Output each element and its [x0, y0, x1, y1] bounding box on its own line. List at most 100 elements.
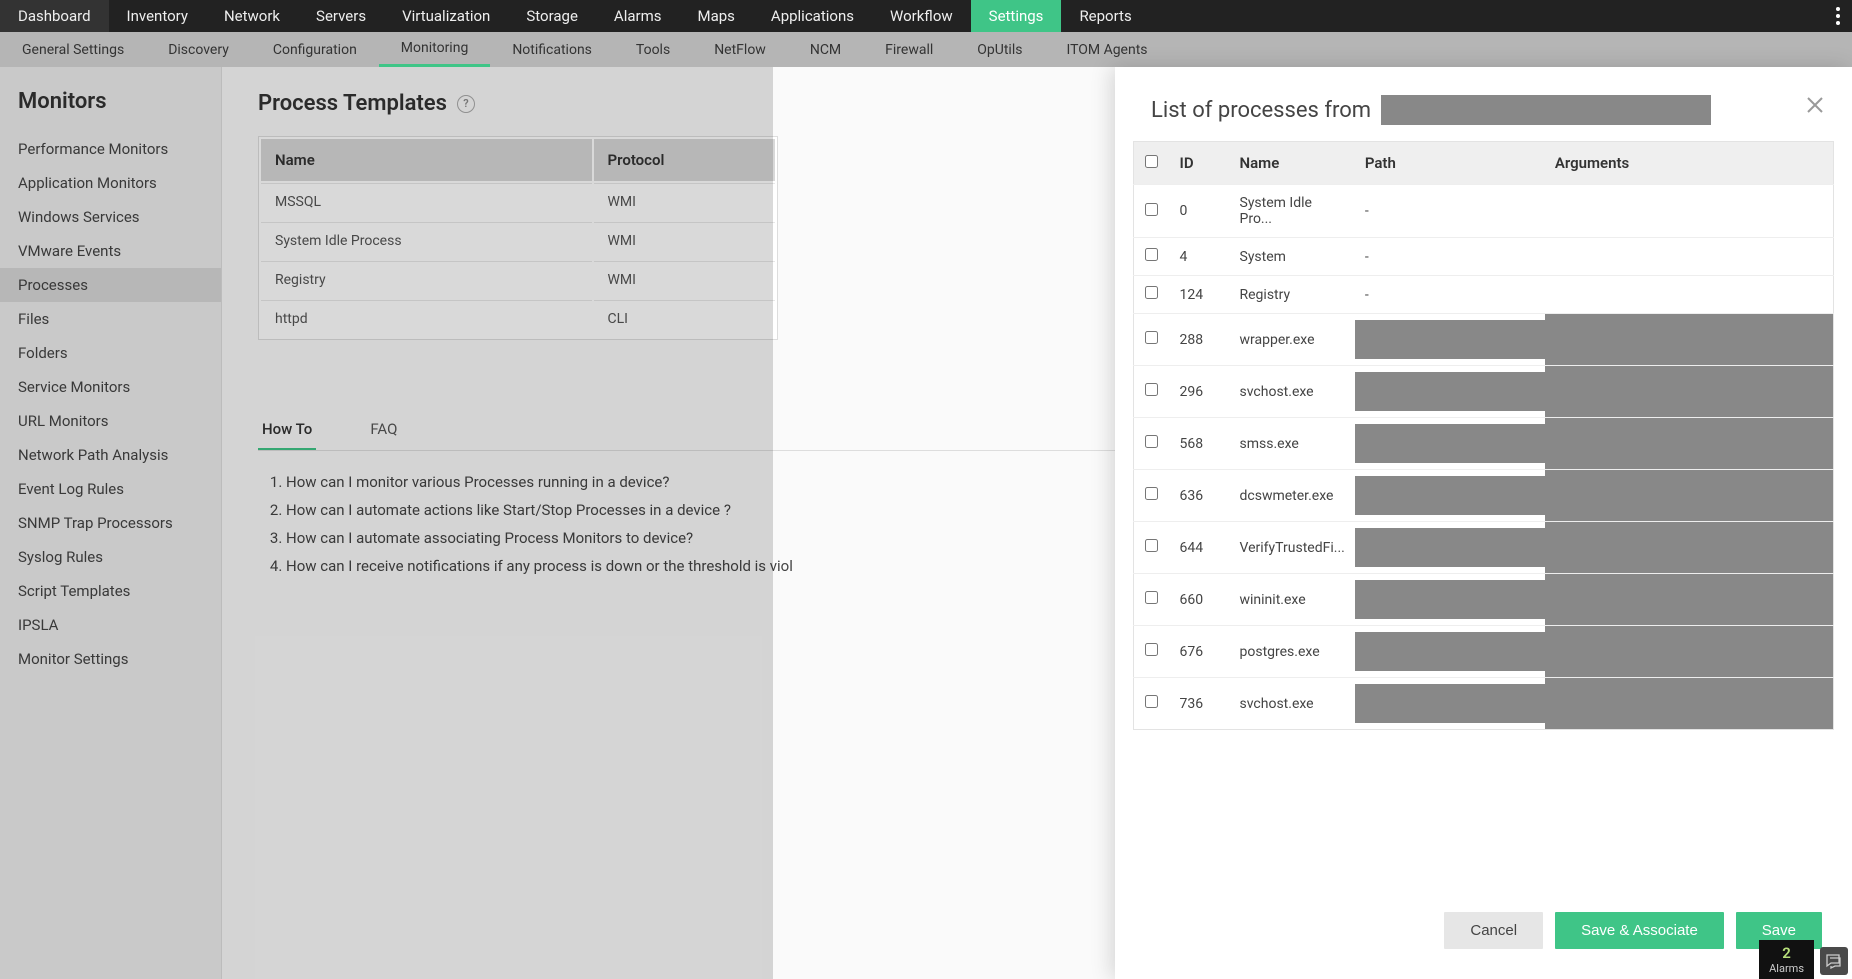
- row-checkbox[interactable]: [1145, 383, 1158, 396]
- sidebar-item-script-templates[interactable]: Script Templates: [0, 574, 221, 608]
- template-row[interactable]: RegistryWMI: [261, 261, 775, 298]
- process-row[interactable]: 288wrapper.exe: [1134, 314, 1834, 366]
- topnav-alarms[interactable]: Alarms: [596, 0, 680, 32]
- row-checkbox-cell: [1134, 276, 1170, 314]
- process-row[interactable]: 124Registry-: [1134, 276, 1834, 314]
- sidebar-item-ipsla[interactable]: IPSLA: [0, 608, 221, 642]
- sidebar-item-url-monitors[interactable]: URL Monitors: [0, 404, 221, 438]
- sidebar-item-processes[interactable]: Processes: [0, 268, 221, 302]
- template-name: httpd: [261, 300, 592, 337]
- template-row[interactable]: System Idle ProcessWMI: [261, 222, 775, 259]
- topnav-servers[interactable]: Servers: [298, 0, 384, 32]
- subnav-tools[interactable]: Tools: [614, 32, 692, 67]
- process-path: -: [1355, 185, 1545, 238]
- process-id: 0: [1170, 185, 1230, 238]
- topnav-reports[interactable]: Reports: [1061, 0, 1149, 32]
- chat-icon[interactable]: [1820, 947, 1848, 975]
- process-name: wrapper.exe: [1230, 314, 1355, 366]
- template-row[interactable]: MSSQLWMI: [261, 183, 775, 220]
- subnav-monitoring[interactable]: Monitoring: [379, 32, 491, 67]
- process-table: ID Name Path Arguments 0System Idle Pro.…: [1133, 141, 1834, 730]
- row-checkbox-cell: [1134, 626, 1170, 678]
- row-checkbox[interactable]: [1145, 539, 1158, 552]
- sidebar-item-syslog-rules[interactable]: Syslog Rules: [0, 540, 221, 574]
- page-title-text: Process Templates: [258, 91, 447, 116]
- sidebar-item-network-path-analysis[interactable]: Network Path Analysis: [0, 438, 221, 472]
- col-name[interactable]: Name: [1230, 142, 1355, 185]
- subnav-general-settings[interactable]: General Settings: [0, 32, 146, 67]
- col-arguments[interactable]: Arguments: [1545, 142, 1834, 185]
- sidebar-item-vmware-events[interactable]: VMware Events: [0, 234, 221, 268]
- panel-footer: Cancel Save & Associate Save: [1115, 894, 1852, 979]
- help-icon[interactable]: ?: [457, 95, 475, 113]
- topnav-settings[interactable]: Settings: [971, 0, 1062, 32]
- cancel-button[interactable]: Cancel: [1444, 912, 1543, 949]
- close-icon[interactable]: [1806, 95, 1824, 120]
- more-icon[interactable]: [1824, 7, 1852, 25]
- save-associate-button[interactable]: Save & Associate: [1555, 912, 1724, 949]
- row-checkbox[interactable]: [1145, 286, 1158, 299]
- row-checkbox[interactable]: [1145, 203, 1158, 216]
- sidebar-item-application-monitors[interactable]: Application Monitors: [0, 166, 221, 200]
- row-checkbox-cell: [1134, 314, 1170, 366]
- tab-faq[interactable]: FAQ: [366, 410, 401, 450]
- sidebar-item-folders[interactable]: Folders: [0, 336, 221, 370]
- process-row[interactable]: 736svchost.exe: [1134, 678, 1834, 730]
- process-row[interactable]: 568smss.exe: [1134, 418, 1834, 470]
- topnav-inventory[interactable]: Inventory: [109, 0, 206, 32]
- row-checkbox-cell: [1134, 522, 1170, 574]
- row-checkbox[interactable]: [1145, 695, 1158, 708]
- row-checkbox[interactable]: [1145, 331, 1158, 344]
- topnav-network[interactable]: Network: [206, 0, 298, 32]
- subnav-configuration[interactable]: Configuration: [251, 32, 379, 67]
- process-row[interactable]: 636dcswmeter.exe: [1134, 470, 1834, 522]
- subnav-firewall[interactable]: Firewall: [863, 32, 955, 67]
- alarm-widget[interactable]: 2 Alarms: [1759, 940, 1814, 979]
- process-row[interactable]: 676postgres.exe: [1134, 626, 1834, 678]
- process-name: VerifyTrustedFi...: [1230, 522, 1355, 574]
- sidebar-item-windows-services[interactable]: Windows Services: [0, 200, 221, 234]
- topnav-storage[interactable]: Storage: [508, 0, 596, 32]
- subnav-itom-agents[interactable]: ITOM Agents: [1044, 32, 1169, 67]
- subnav-netflow[interactable]: NetFlow: [692, 32, 788, 67]
- subnav-notifications[interactable]: Notifications: [490, 32, 614, 67]
- process-path: -: [1355, 276, 1545, 314]
- process-row[interactable]: 0System Idle Pro...-: [1134, 185, 1834, 238]
- row-checkbox[interactable]: [1145, 435, 1158, 448]
- row-checkbox[interactable]: [1145, 248, 1158, 261]
- sidebar-item-snmp-trap-processors[interactable]: SNMP Trap Processors: [0, 506, 221, 540]
- col-protocol[interactable]: Protocol: [594, 139, 775, 181]
- template-protocol: WMI: [594, 183, 775, 220]
- sidebar-item-service-monitors[interactable]: Service Monitors: [0, 370, 221, 404]
- process-list-panel: List of processes from ID Name Path Argu…: [1115, 67, 1852, 979]
- col-name[interactable]: Name: [261, 139, 592, 181]
- template-row[interactable]: httpdCLI: [261, 300, 775, 337]
- process-row[interactable]: 644VerifyTrustedFi...: [1134, 522, 1834, 574]
- row-checkbox-cell: [1134, 470, 1170, 522]
- sidebar-item-monitor-settings[interactable]: Monitor Settings: [0, 642, 221, 676]
- sidebar-item-event-log-rules[interactable]: Event Log Rules: [0, 472, 221, 506]
- row-checkbox[interactable]: [1145, 591, 1158, 604]
- topnav-maps[interactable]: Maps: [679, 0, 752, 32]
- topnav-workflow[interactable]: Workflow: [872, 0, 971, 32]
- row-checkbox[interactable]: [1145, 643, 1158, 656]
- subnav-ncm[interactable]: NCM: [788, 32, 863, 67]
- process-row[interactable]: 296svchost.exe: [1134, 366, 1834, 418]
- sidebar-item-performance-monitors[interactable]: Performance Monitors: [0, 132, 221, 166]
- subnav-oputils[interactable]: OpUtils: [955, 32, 1044, 67]
- col-id[interactable]: ID: [1170, 142, 1230, 185]
- subnav-discovery[interactable]: Discovery: [146, 32, 251, 67]
- topnav-virtualization[interactable]: Virtualization: [384, 0, 508, 32]
- col-path[interactable]: Path: [1355, 142, 1545, 185]
- tab-how-to[interactable]: How To: [258, 410, 316, 450]
- sidebar-item-files[interactable]: Files: [0, 302, 221, 336]
- process-row[interactable]: 4System-: [1134, 238, 1834, 276]
- top-nav: DashboardInventoryNetworkServersVirtuali…: [0, 0, 1852, 32]
- row-checkbox[interactable]: [1145, 487, 1158, 500]
- row-checkbox-cell: [1134, 238, 1170, 276]
- select-all-checkbox[interactable]: [1145, 155, 1158, 168]
- topnav-dashboard[interactable]: Dashboard: [0, 0, 109, 32]
- topnav-applications[interactable]: Applications: [753, 0, 872, 32]
- col-checkbox: [1134, 142, 1170, 185]
- process-row[interactable]: 660wininit.exe: [1134, 574, 1834, 626]
